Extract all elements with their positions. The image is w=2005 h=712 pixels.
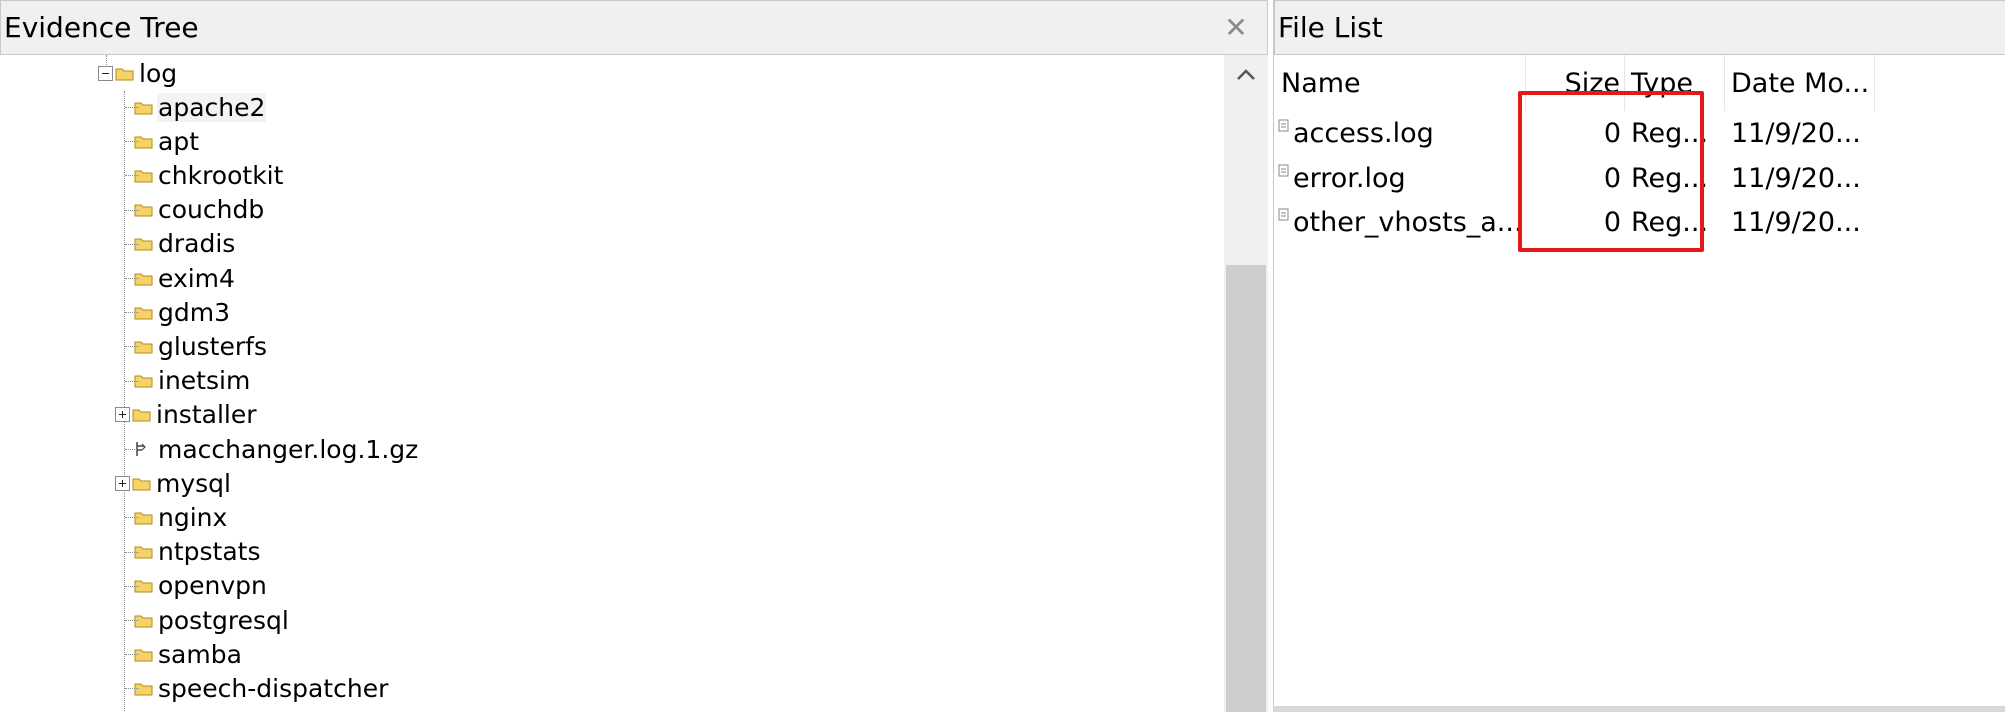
tree-node-gdm3[interactable]: gdm3	[117, 295, 231, 329]
tree-node-label: macchanger.log.1.gz	[158, 434, 419, 464]
tree-node-apt[interactable]: apt	[117, 124, 200, 158]
file-icon	[1278, 164, 1289, 176]
file-list-column-headers: Name Size Type Date Mo...	[1274, 55, 2005, 111]
tree-branch-connector	[125, 329, 139, 363]
file-size-cell: 0	[1603, 118, 1621, 149]
tree-node-label: installer	[156, 400, 257, 430]
tree-node-macchanger-log-1-gz[interactable]: macchanger.log.1.gz	[117, 432, 419, 466]
tree-node-dradis[interactable]: dradis	[117, 227, 236, 261]
tree-branch-connector	[125, 432, 139, 466]
tree-node-label: gdm3	[158, 297, 230, 327]
tree-node-glusterfs[interactable]: glusterfs	[117, 329, 268, 363]
tree-node-ntpstats[interactable]: ntpstats	[117, 535, 262, 569]
tree-branch-connector	[125, 227, 139, 261]
column-header-name[interactable]: Name	[1274, 55, 1526, 111]
file-list-panel: File List Name Size Type Date Mo... acce…	[1273, 0, 2005, 712]
tree-node-exim4[interactable]: exim4	[117, 261, 236, 295]
tree-node-label: postgresql	[158, 605, 289, 635]
tree-node-postgresql[interactable]: postgresql	[117, 603, 290, 637]
column-header-size[interactable]: Size	[1526, 55, 1625, 111]
tree-node-label: exim4	[158, 263, 235, 293]
tree-branch-connector	[125, 295, 139, 329]
tree-node-label: speech-dispatcher	[158, 673, 389, 703]
tree-node-samba[interactable]: samba	[117, 637, 243, 671]
folder-icon	[132, 409, 151, 422]
file-icon	[1278, 208, 1289, 221]
plus-box-icon[interactable]	[115, 475, 130, 491]
file-name-cell[interactable]: error.log	[1278, 156, 1526, 201]
tree-node-label: couchdb	[158, 195, 265, 225]
tree-node-label: apache2	[157, 92, 267, 122]
file-size-cell: 0	[1603, 207, 1621, 238]
tree-node-chkrootkit[interactable]: chkrootkit	[117, 158, 284, 192]
tree-branch-connector	[125, 671, 139, 705]
tree-branch-connector	[125, 500, 139, 534]
close-icon[interactable]: ✕	[1221, 13, 1251, 43]
tree-branch-connector	[125, 637, 139, 671]
file-list-title: File List	[1278, 11, 1383, 44]
file-date-cell: 11/9/20...	[1731, 207, 1861, 238]
tree-node-label: apt	[158, 126, 199, 156]
scroll-up-button[interactable]	[1224, 55, 1268, 95]
file-type-cell: Reg...	[1631, 207, 1709, 238]
tree-node-couchdb[interactable]: couchdb	[117, 193, 265, 227]
file-name: error.log	[1293, 162, 1406, 194]
tree-branch-connector	[125, 90, 139, 124]
tree-node-log[interactable]: log	[98, 56, 178, 90]
chevron-up-icon	[1237, 69, 1255, 80]
column-header-type[interactable]: Type	[1625, 55, 1725, 111]
tree-node-label: nginx	[158, 502, 228, 532]
plus-box-icon[interactable]	[115, 407, 130, 423]
file-list-row[interactable]: access.log 0 Reg... 11/9/20...	[1274, 111, 2005, 156]
tree-branch-connector	[125, 158, 139, 192]
file-type-cell: Reg...	[1631, 162, 1709, 194]
file-size-cell: 0	[1603, 162, 1621, 194]
file-name: other_vhosts_a...	[1293, 207, 1523, 238]
evidence-tree-title: Evidence Tree	[4, 11, 199, 44]
file-date-cell: 11/9/20...	[1731, 162, 1861, 194]
tree-node-label: mysql	[156, 468, 231, 498]
tree-node-label: ntpstats	[158, 537, 261, 567]
file-date-cell: 11/9/20...	[1731, 118, 1861, 149]
tree-node-label: inetsim	[158, 366, 251, 396]
tree-node-nginx[interactable]: nginx	[117, 500, 228, 534]
tree-node-label: samba	[158, 639, 242, 669]
tree-branch-connector	[125, 603, 139, 637]
tree-node-mysql[interactable]: mysql	[115, 466, 232, 500]
tree-branch-connector	[125, 124, 139, 158]
file-list-row[interactable]: other_vhosts_a... 0 Reg... 11/9/20...	[1274, 200, 2005, 245]
file-type-cell: Reg...	[1631, 118, 1709, 149]
tree-branch-connector	[125, 261, 139, 295]
tree-node-openvpn[interactable]: openvpn	[117, 569, 268, 603]
file-list-header: File List	[1274, 0, 2005, 55]
tree-branch-connector	[125, 193, 139, 227]
file-list-row[interactable]: error.log 0 Reg... 11/9/20...	[1274, 156, 2005, 201]
tree-vertical-scrollbar[interactable]	[1224, 55, 1268, 712]
tree-node-label: chkrootkit	[158, 160, 284, 190]
tree-node-label: log	[139, 58, 178, 88]
tree-node-speech-dispatcher[interactable]: speech-dispatcher	[117, 671, 389, 705]
tree-node-label: glusterfs	[158, 331, 267, 361]
tree-branch-connector	[125, 364, 139, 398]
minus-box-icon[interactable]	[98, 65, 113, 81]
tree-node-inetsim[interactable]: inetsim	[117, 364, 251, 398]
folder-icon	[132, 478, 151, 491]
tree-branch-connector	[125, 569, 139, 603]
evidence-tree-body[interactable]: log apache2 apt chkrootkit couchdb dradis exi…	[0, 55, 1268, 712]
folder-icon	[115, 68, 134, 80]
evidence-tree-panel: Evidence Tree ✕ log apache2 apt chkrootkit…	[0, 0, 1268, 712]
tree-node-installer[interactable]: installer	[115, 398, 258, 432]
tree-branch-connector	[125, 535, 139, 569]
file-name-cell[interactable]: access.log	[1278, 111, 1526, 156]
tree-node-label: openvpn	[158, 571, 267, 601]
tree-node-apache2[interactable]: apache2	[117, 90, 267, 124]
scroll-thumb[interactable]	[1226, 265, 1266, 712]
file-icon	[1278, 119, 1289, 132]
file-name: access.log	[1293, 118, 1434, 149]
column-header-date-modified[interactable]: Date Mo...	[1725, 55, 1875, 111]
file-list-horizontal-scrollbar[interactable]	[1273, 706, 2005, 712]
file-name-cell[interactable]: other_vhosts_a...	[1278, 200, 1526, 245]
evidence-tree-header: Evidence Tree ✕	[0, 0, 1268, 55]
tree-node-label: dradis	[158, 229, 236, 259]
